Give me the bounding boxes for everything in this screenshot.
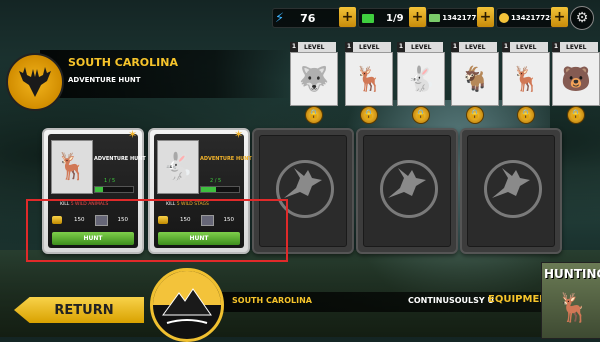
ticket-icon: [362, 13, 374, 23]
gold-coin-icon: [499, 13, 509, 23]
locked-hunt-card: [460, 128, 562, 254]
deer-head-icon: ✶: [234, 128, 244, 141]
card-mode-label: ADVENTURE HUNT: [200, 156, 252, 162]
lock-icon: 🔒: [360, 106, 378, 124]
lock-icon: 🔒: [305, 106, 323, 124]
lock-icon: 🔒: [466, 106, 484, 124]
animal-card-bear[interactable]: 1 LEVEL 🐻 🔒: [552, 42, 600, 124]
bottom-location-label: SOUTH CAROLINA: [232, 296, 312, 305]
hunting-ad-thumbnail[interactable]: HUNTING 🦌: [541, 262, 600, 339]
gold-counter: 1342177280 +: [496, 7, 568, 28]
card-progress-bar: [94, 186, 134, 193]
cash-counter: 1342177280 +: [426, 7, 494, 28]
bear-icon: 🐻: [561, 65, 591, 93]
card-progress-bar: [200, 186, 240, 193]
animal-card-fawn[interactable]: 1 LEVEL 🦌 🔒: [502, 42, 550, 124]
resource-bar: ⚡ 76 + 1/9 + 1342177280 + 1342177280 + ⚙: [0, 6, 600, 30]
rabbit-portrait: 🐇: [157, 140, 199, 194]
add-tickets-button[interactable]: +: [409, 7, 426, 27]
fawn-icon: 🦌: [511, 65, 541, 93]
add-gold-button[interactable]: +: [551, 7, 568, 27]
card-mode-label: ADVENTURE HUNT: [94, 156, 146, 162]
goat-icon: 🐐: [460, 65, 490, 93]
cash-icon: [429, 14, 441, 22]
mountain-emblem-icon: [150, 268, 224, 342]
location-title: SOUTH CAROLINA: [68, 56, 178, 69]
deer-badge-icon: [6, 53, 64, 111]
energy-counter: ⚡ 76 +: [272, 7, 356, 28]
lock-icon: 🔒: [567, 106, 585, 124]
tickets-value: 1/9: [386, 12, 404, 24]
wolf-icon: 🐺: [299, 65, 329, 93]
card-progress-text: 2 / 5: [210, 178, 222, 184]
animal-card-rabbit[interactable]: 1 LEVEL 🐇 🔒: [397, 42, 445, 124]
return-button[interactable]: RETURN: [14, 297, 144, 323]
animal-card-deer[interactable]: 1 LEVEL 🦌 🔒: [345, 42, 393, 124]
deer-silhouette-icon: 🦌: [556, 291, 591, 324]
tickets-counter: 1/9 +: [358, 7, 426, 28]
deer-portrait: 🦌: [51, 140, 93, 194]
deer-head-icon: ✶: [128, 128, 138, 141]
energy-value: 76: [300, 11, 316, 25]
highlight-box: [26, 199, 288, 262]
lock-icon: 🔒: [412, 106, 430, 124]
deer-icon: 🦌: [354, 65, 384, 93]
location-subtitle: ADVENTURE HUNT: [68, 76, 141, 84]
card-progress-text: 1 / 5: [104, 178, 116, 184]
lock-icon: 🔒: [517, 106, 535, 124]
animal-card-goat[interactable]: 1 LEVEL 🐐 🔒: [451, 42, 499, 124]
add-cash-button[interactable]: +: [477, 7, 494, 27]
lightning-icon: ⚡: [275, 10, 285, 26]
add-energy-button[interactable]: +: [339, 7, 356, 27]
hunting-ad-title: HUNTING: [544, 267, 600, 281]
news-marquee: CONTINUSOULSY U: [408, 296, 494, 305]
locked-hunt-card: [356, 128, 458, 254]
rabbit-icon: 🐇: [406, 65, 436, 93]
animal-card-wolf[interactable]: 1 LEVEL 🐺 🔒: [290, 42, 338, 124]
settings-gear-icon[interactable]: ⚙: [570, 6, 594, 30]
